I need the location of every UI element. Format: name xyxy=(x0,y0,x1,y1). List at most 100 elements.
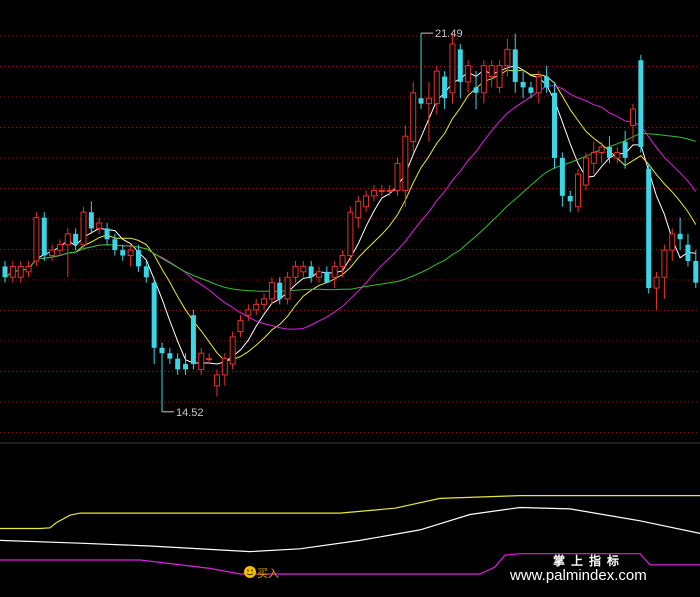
candle-body xyxy=(80,211,87,246)
candle xyxy=(575,168,582,213)
candle-body xyxy=(410,92,417,143)
candle-body xyxy=(261,298,268,305)
candle-body xyxy=(221,358,228,376)
candle xyxy=(324,266,330,283)
smiley-icon xyxy=(244,566,256,578)
candle xyxy=(261,293,268,310)
smiley-eye-left xyxy=(247,569,249,572)
candle xyxy=(449,33,456,104)
min-price-label: 14.52 xyxy=(176,407,204,419)
candle xyxy=(661,244,668,299)
candle-body xyxy=(2,266,8,278)
candle xyxy=(229,331,236,370)
candle xyxy=(457,43,463,99)
candle-body xyxy=(268,282,275,300)
candle-body xyxy=(512,49,518,82)
candle-body xyxy=(630,108,636,126)
candle xyxy=(496,60,503,93)
candle-body xyxy=(661,249,668,278)
candle-body xyxy=(386,189,393,192)
candle-body xyxy=(120,250,126,256)
candle xyxy=(567,190,573,213)
candle-body xyxy=(316,271,322,278)
candle xyxy=(488,60,495,88)
candle-body xyxy=(567,195,573,202)
candle-body xyxy=(151,282,157,348)
candle xyxy=(56,239,63,256)
candle-body xyxy=(253,303,260,311)
candle xyxy=(300,260,307,278)
candle xyxy=(292,260,299,283)
candle xyxy=(355,195,362,229)
candle xyxy=(693,250,699,289)
candle xyxy=(49,244,56,261)
candle xyxy=(25,260,32,278)
candlestick-series xyxy=(2,33,699,412)
candle-body xyxy=(96,222,103,229)
candle-body xyxy=(653,276,660,289)
candle-body xyxy=(402,135,409,191)
candle xyxy=(2,260,8,283)
candle xyxy=(253,298,260,316)
candle xyxy=(685,233,691,267)
candle-body xyxy=(496,65,503,88)
candle-body xyxy=(473,87,479,93)
candle-body xyxy=(143,266,149,278)
candle xyxy=(512,33,518,93)
candle-body xyxy=(284,276,291,300)
candle xyxy=(284,271,291,305)
candle xyxy=(638,54,644,153)
candle xyxy=(622,130,628,169)
candle-body xyxy=(88,212,94,229)
candle-body xyxy=(206,358,213,361)
candle xyxy=(614,147,621,164)
candle xyxy=(104,223,110,245)
candle xyxy=(598,141,605,164)
candle-body xyxy=(17,265,24,278)
stock-chart: 21.49 14.52 买入 掌上指标 www.palmindex.com xyxy=(0,28,700,584)
candle xyxy=(520,71,526,99)
candle xyxy=(127,244,134,267)
candle xyxy=(198,347,205,375)
candle xyxy=(465,60,472,93)
candle xyxy=(590,141,597,175)
candle xyxy=(394,157,401,196)
candle-body xyxy=(229,336,236,365)
candle-body xyxy=(237,320,244,332)
candle-body xyxy=(56,244,63,251)
candle-body xyxy=(693,260,699,283)
candle xyxy=(213,369,220,397)
candle-body xyxy=(167,353,173,359)
candle-body xyxy=(355,200,362,219)
buy-signal-label: 买入 xyxy=(257,567,279,580)
candle-body xyxy=(104,228,110,240)
smiley-eye-right xyxy=(251,569,253,572)
candle xyxy=(410,81,417,153)
candle-body xyxy=(370,189,377,197)
candle-body xyxy=(622,141,628,158)
candle-body xyxy=(575,173,582,208)
candle xyxy=(552,81,557,169)
max-price-label: 21.49 xyxy=(435,28,463,40)
candle-body xyxy=(292,265,299,278)
candle-body xyxy=(504,48,511,67)
candle-body xyxy=(559,157,565,196)
candle xyxy=(433,65,440,115)
candle-body xyxy=(49,249,56,257)
candle-body xyxy=(198,352,205,370)
candle-body xyxy=(465,65,472,83)
candle-body xyxy=(347,211,354,257)
candle-body xyxy=(277,282,283,299)
candle xyxy=(151,277,157,365)
candle xyxy=(418,33,424,110)
candle-body xyxy=(378,189,385,192)
candle-body xyxy=(606,147,612,158)
candle xyxy=(167,347,173,365)
candle-body xyxy=(520,81,526,88)
candle xyxy=(425,81,432,142)
candle-body xyxy=(159,347,165,354)
candle xyxy=(221,353,228,386)
candle-body xyxy=(677,233,683,240)
candle xyxy=(473,71,479,110)
candle-body xyxy=(127,249,134,257)
